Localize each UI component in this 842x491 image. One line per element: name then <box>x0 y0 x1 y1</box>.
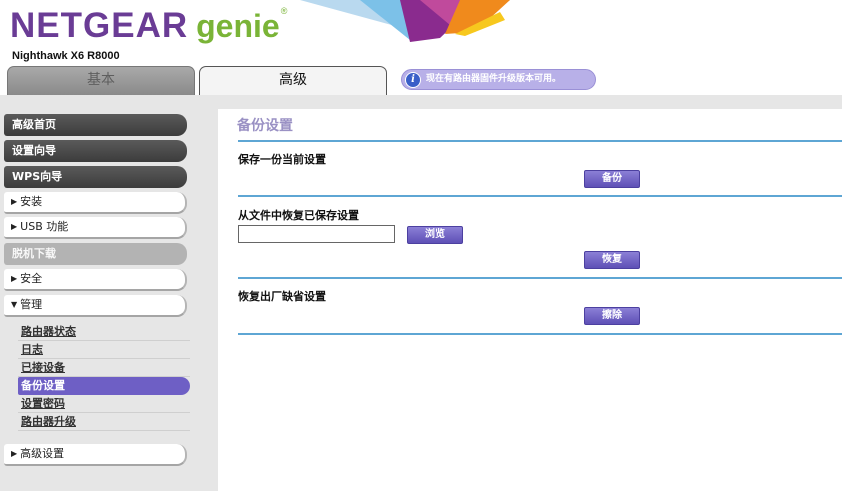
sidebar-item-install[interactable]: ▶ 安装 <box>4 192 187 214</box>
logo-genie-text: genie <box>196 8 280 44</box>
firmware-update-notice-text: 现在有路由器固件升级版本可用。 <box>426 74 562 84</box>
sidebar-item-label: 管理 <box>20 298 43 311</box>
sidebar-item-wps-wizard[interactable]: WPS向导 <box>4 166 187 188</box>
sidebar-item-label: 安全 <box>20 272 43 285</box>
restore-settings-label: 从文件中恢复已保存设置 <box>238 209 359 222</box>
triangle-down-icon: ▼ <box>11 300 18 309</box>
restore-button[interactable]: 恢复 <box>584 251 640 269</box>
triangle-right-icon: ▶ <box>11 274 18 283</box>
save-settings-label: 保存一份当前设置 <box>238 153 326 166</box>
triangle-right-icon: ▶ <box>11 449 18 458</box>
backup-button[interactable]: 备份 <box>584 170 640 188</box>
sidebar-item-label: 高级设置 <box>20 447 65 460</box>
triangle-right-icon: ▶ <box>11 222 18 231</box>
tab-advanced[interactable]: 高级 <box>199 66 387 95</box>
netgear-genie-logo: NETGEAR genie® <box>10 6 287 46</box>
sidebar-item-advanced-setup[interactable]: ▶ 高级设置 <box>4 444 187 466</box>
sidebar-item-admin[interactable]: ▼ 管理 <box>4 295 187 317</box>
decorative-banner-graphic <box>300 0 510 42</box>
logo-netgear-text: NETGEAR <box>10 6 189 45</box>
sidebar-subitem-backup-settings[interactable]: 备份设置 <box>18 377 190 395</box>
sidebar-item-label: 安装 <box>20 195 43 208</box>
sidebar-subitem-router-status[interactable]: 路由器状态 <box>18 323 190 341</box>
header-divider-strip <box>0 95 842 109</box>
router-model: Nighthawk X6 R8000 <box>12 50 120 62</box>
sidebar-subitem-attached-devices[interactable]: 已接设备 <box>18 359 190 377</box>
sidebar-item-security[interactable]: ▶ 安全 <box>4 269 187 291</box>
section-divider <box>238 195 842 197</box>
browse-button[interactable]: 浏览 <box>407 226 463 244</box>
section-divider <box>238 140 842 142</box>
erase-button[interactable]: 擦除 <box>584 307 640 325</box>
tab-basic[interactable]: 基本 <box>7 66 195 95</box>
main-content: 备份设置 保存一份当前设置 备份 从文件中恢复已保存设置 浏览 恢复 恢复出厂缺… <box>218 109 842 491</box>
sidebar-subitem-set-password[interactable]: 设置密码 <box>18 395 190 413</box>
info-icon: i <box>405 72 421 88</box>
section-divider <box>238 333 842 335</box>
logo-trademark: ® <box>280 6 288 16</box>
header: NETGEAR genie® Nighthawk X6 R8000 基本 高级 i… <box>0 0 842 95</box>
sidebar-item-usb[interactable]: ▶ USB 功能 <box>4 217 187 239</box>
sidebar-item-advanced-home[interactable]: 高级首页 <box>4 114 187 136</box>
sidebar-subitem-logs[interactable]: 日志 <box>18 341 190 359</box>
page-title: 备份设置 <box>237 118 293 134</box>
triangle-right-icon: ▶ <box>11 197 18 206</box>
restore-file-field[interactable] <box>238 225 395 243</box>
sidebar-subitem-router-update[interactable]: 路由器升级 <box>18 413 190 431</box>
firmware-update-notice[interactable]: i 现在有路由器固件升级版本可用。 <box>401 69 596 90</box>
factory-reset-label: 恢复出厂缺省设置 <box>238 290 326 303</box>
section-divider <box>238 277 842 279</box>
sidebar-item-offline-download[interactable]: 脱机下载 <box>4 243 187 265</box>
sidebar: 高级首页 设置向导 WPS向导 ▶ 安装 ▶ USB 功能 脱机下载 ▶ 安全 ▼ 管理… <box>0 109 218 491</box>
sidebar-item-setup-wizard[interactable]: 设置向导 <box>4 140 187 162</box>
sidebar-item-label: USB 功能 <box>20 220 69 233</box>
